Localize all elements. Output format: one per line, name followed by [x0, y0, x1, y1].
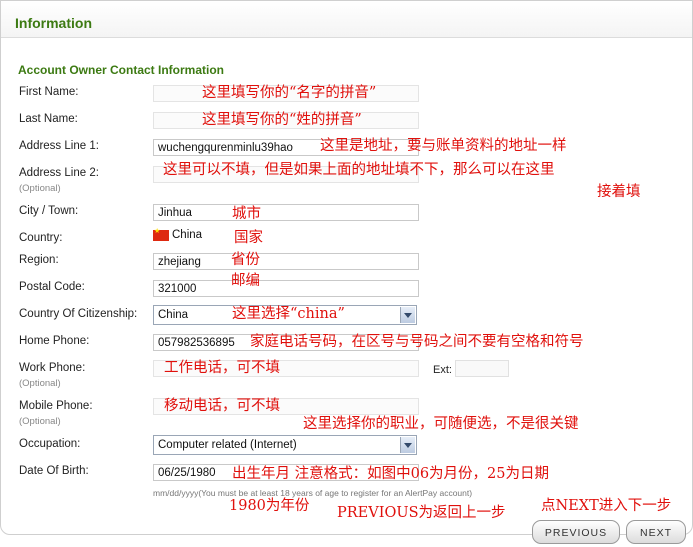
postal-code-label: Postal Code:	[19, 281, 85, 293]
section-title: Account Owner Contact Information	[18, 63, 225, 77]
annotation-date-of-birth: 出生年月 注意格式：如图中06为月份，25为日期	[232, 466, 550, 482]
panel-title: Information	[15, 15, 92, 31]
annotation-city: 城市	[232, 206, 261, 222]
annotation-address-2-line-2: 接着填	[597, 184, 641, 200]
postal-code-input[interactable]: 321000	[153, 280, 419, 297]
annotation-next: 点NEXT进入下一步	[541, 498, 672, 514]
home-phone-label: Home Phone:	[19, 335, 90, 347]
annotation-last-name: 这里填写你的“姓的拼音”	[202, 112, 362, 128]
annotation-postal: 邮编	[231, 273, 260, 289]
annotation-home-phone: 家庭电话号码，在区号与号码之间不要有空格和符号	[250, 334, 584, 350]
city-label: City / Town:	[19, 205, 79, 217]
city-input[interactable]: Jinhua	[153, 204, 419, 221]
region-input[interactable]: zhejiang	[153, 253, 419, 270]
citizenship-selected: China	[158, 309, 189, 321]
annotation-address-1: 这里是地址，要与账单资料的地址一样	[320, 138, 567, 154]
address-line-2-optional: (Optional)	[19, 183, 61, 194]
annotation-previous: PREVIOUS为返回上一步	[337, 505, 506, 521]
annotation-region: 省份	[231, 252, 260, 268]
chevron-down-icon[interactable]	[400, 307, 415, 323]
citizenship-label: Country Of Citizenship:	[19, 308, 138, 320]
occupation-label: Occupation:	[19, 438, 81, 450]
annotation-first-name: 这里填写你的“名字的拼音”	[202, 85, 377, 101]
ext-label: Ext:	[433, 364, 452, 376]
first-name-label: First Name:	[19, 86, 79, 98]
last-name-label: Last Name:	[19, 113, 78, 125]
work-phone-label: Work Phone:	[19, 362, 86, 374]
annotation-country: 国家	[234, 230, 263, 246]
annotation-dob-year: 1980为年份	[229, 498, 310, 514]
annotation-occupation: 这里选择你的职业，可随便选，不是很关键	[303, 416, 579, 432]
panel-header: Information	[1, 1, 692, 38]
chevron-down-icon[interactable]	[400, 437, 415, 453]
annotation-work-phone: 工作电话，可不填	[164, 360, 280, 376]
mobile-phone-label: Mobile Phone:	[19, 400, 93, 412]
region-label: Region:	[19, 254, 59, 266]
annotation-address-2-line-1: 这里可以不填，但是如果上面的地址填不下，那么可以在这里	[163, 162, 555, 178]
next-button[interactable]: NEXT	[626, 520, 686, 544]
previous-button[interactable]: PREVIOUS	[532, 520, 620, 544]
country-label: Country:	[19, 232, 63, 244]
address-line-2-label: Address Line 2:	[19, 167, 99, 179]
date-of-birth-label: Date Of Birth:	[19, 465, 89, 477]
china-flag-icon	[153, 227, 169, 241]
ext-input[interactable]	[455, 360, 509, 377]
work-phone-optional: (Optional)	[19, 378, 61, 389]
country-text: China	[172, 229, 203, 241]
date-of-birth-hint: mm/dd/yyyy(You must be at least 18 years…	[153, 488, 473, 498]
address-line-1-label: Address Line 1:	[19, 140, 99, 152]
mobile-phone-optional: (Optional)	[19, 416, 61, 427]
occupation-selected: Computer related (Internet)	[158, 439, 297, 451]
annotation-citizenship: 这里选择“china”	[232, 306, 345, 322]
occupation-select[interactable]: Computer related (Internet)	[153, 435, 417, 455]
annotation-mobile-phone: 移动电话，可不填	[164, 398, 280, 414]
